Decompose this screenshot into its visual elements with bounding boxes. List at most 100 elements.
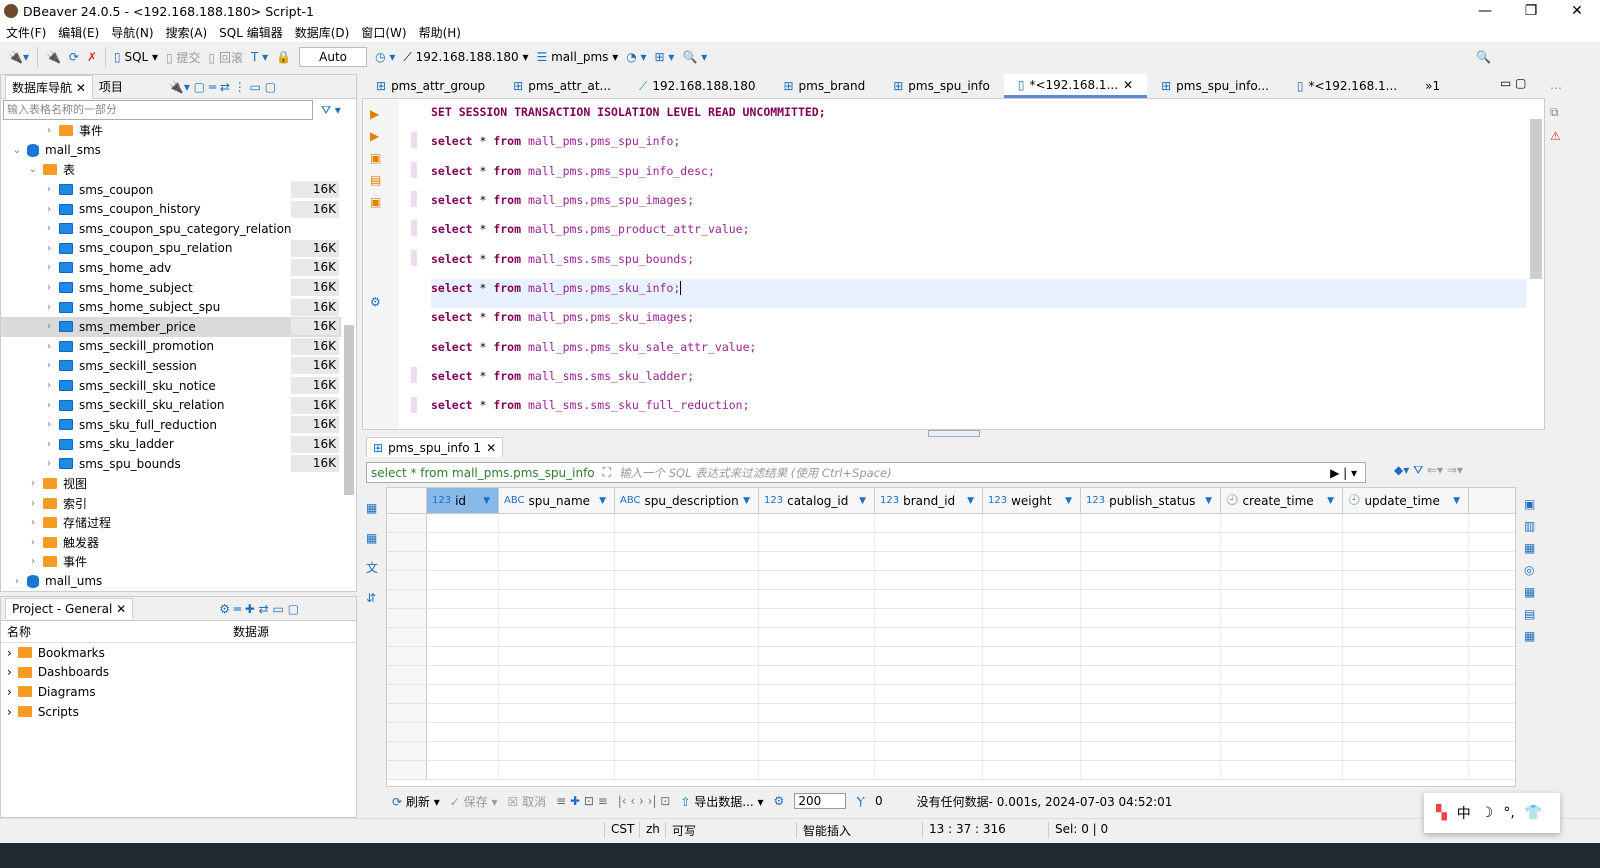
row-edit-icons[interactable]: ≡ ✚ ⊡ ≡ [556, 794, 608, 808]
editor-tab[interactable]: ⊞ pms_spu_info... [1147, 74, 1283, 98]
code-line[interactable]: select * from mall_pms.pms_sku_info; [431, 279, 1526, 309]
connection-selector[interactable]: ⟋ 192.168.188.180 ▾ [403, 50, 528, 65]
tree-item[interactable]: › sms_home_adv 16K [1, 258, 341, 278]
rollback-button[interactable]: ▯ 回滚 [209, 49, 243, 66]
tree-item[interactable]: ⌄ 表 [1, 160, 341, 180]
fetch-size-input[interactable]: 200 [794, 793, 847, 809]
menu-item[interactable]: 窗口(W) [361, 24, 406, 41]
project-item[interactable]: › Bookmarks [1, 643, 356, 663]
editor-tab[interactable]: ⟋ 192.168.188.180 [625, 74, 769, 98]
commit-mode-combo[interactable]: Auto [299, 47, 368, 67]
tree-item[interactable]: › sms_seckill_sku_relation 16K [1, 395, 341, 415]
column-header[interactable]: 123 weight ▼ [983, 488, 1081, 513]
transaction-mode-icon[interactable]: T ▾ [251, 50, 268, 64]
expand-chevron-icon[interactable]: ⌄ [27, 164, 39, 175]
tree-item[interactable]: › sms_coupon_history 16K [1, 199, 341, 219]
expand-chevron-icon[interactable]: › [7, 705, 12, 719]
menu-item[interactable]: 导航(N) [111, 24, 153, 41]
expand-chevron-icon[interactable]: › [43, 439, 55, 450]
column-header[interactable]: 123 publish_status ▼ [1081, 488, 1221, 513]
code-line[interactable]: SET SESSION TRANSACTION ISOLATION LEVEL … [431, 103, 1526, 132]
expand-chevron-icon[interactable]: › [43, 380, 55, 391]
code-line[interactable]: select * from mall_sms.sms_sku_full_redu… [431, 396, 1526, 425]
expand-chevron-icon[interactable]: › [7, 646, 12, 660]
expand-chevron-icon[interactable]: ⌄ [11, 145, 23, 156]
column-header[interactable]: 123 brand_id ▼ [875, 488, 983, 513]
sort-dropdown-icon[interactable]: ▼ [859, 496, 866, 506]
filter-icon[interactable]: ⛛ ▾ [321, 103, 341, 118]
tree-item[interactable]: ⌄ mall_sms [1, 141, 341, 161]
search-icon[interactable]: 🔍 ▾ [682, 50, 707, 64]
filter-input[interactable]: 输入一个 SQL 表达式来过滤结果 (使用 Ctrl+Space) [619, 465, 892, 481]
sort-dropdown-icon[interactable]: ▼ [1327, 496, 1334, 506]
expand-chevron-icon[interactable]: › [43, 262, 55, 273]
code-line[interactable]: select * from mall_pms.pms_sku_sale_attr… [431, 338, 1526, 367]
editor-tab[interactable]: ⊞ pms_attr_at... [499, 74, 625, 98]
code-line[interactable]: select * from mall_pms.pms_spu_info_desc… [431, 162, 1526, 191]
history-icon[interactable]: ◷ ▾ [375, 50, 395, 64]
tree-item[interactable]: › 存储过程 [1, 513, 341, 533]
sort-dropdown-icon[interactable]: ▼ [1205, 496, 1212, 506]
tree-item[interactable]: › sms_member_price 16K [1, 316, 341, 337]
tree-item[interactable]: › sms_sku_full_reduction 16K [1, 415, 341, 435]
menu-item[interactable]: SQL 编辑器 [219, 24, 283, 41]
invalidate-icon[interactable]: ✗ [87, 50, 97, 64]
moon-icon[interactable]: ☽ [1481, 805, 1494, 821]
expand-chevron-icon[interactable]: › [27, 498, 39, 509]
tree-item[interactable]: › sms_coupon_spu_relation 16K [1, 239, 341, 259]
code-line[interactable]: select * from mall_sms.sms_spu_bounds; [431, 250, 1526, 279]
fetch-all-icon[interactable]: Ⲩ [856, 794, 865, 809]
sort-dropdown-icon[interactable]: ▼ [483, 496, 490, 506]
sort-dropdown-icon[interactable]: ▼ [743, 496, 750, 506]
tree-item[interactable]: › sms_coupon 16K [1, 180, 341, 200]
expand-chevron-icon[interactable]: › [43, 204, 55, 215]
tree-item[interactable]: › sms_home_subject 16K [1, 278, 341, 298]
dashboard-icon[interactable]: ◔ ▾ [626, 50, 646, 64]
expand-chevron-icon[interactable]: › [43, 419, 55, 430]
tree-item[interactable]: › 事件 [1, 121, 341, 141]
expand-chevron-icon[interactable]: › [43, 400, 55, 411]
navigator-toolbar-icons[interactable]: 🔌▾ ▢ ═ ⇄ ⋮ ▭ ▢ [169, 80, 276, 94]
commit-button[interactable]: ▯ 提交 [166, 49, 200, 66]
tree-item[interactable]: › mall_ums [1, 572, 341, 591]
settings-icon[interactable]: ⚙ [774, 794, 785, 808]
tab-projects[interactable]: 项目 [99, 78, 123, 95]
editor-tab[interactable]: ⊞ pms_attr_group [362, 74, 499, 98]
tree-item[interactable]: › sms_seckill_sku_notice 16K [1, 376, 341, 396]
editor-panel-controls[interactable]: ▭ ▢ [1500, 76, 1527, 90]
column-header[interactable]: ABC spu_description ▼ [615, 488, 759, 513]
tree-item[interactable]: › sms_coupon_spu_category_relation [1, 219, 341, 239]
code-line[interactable]: select * from mall_sms.sms_sku_ladder; [431, 367, 1526, 396]
expand-chevron-icon[interactable]: › [43, 341, 55, 352]
new-connection-icon[interactable]: 🔌▾ [8, 50, 29, 64]
expand-chevron-icon[interactable]: › [43, 458, 55, 469]
cancel-button[interactable]: ☒ 取消 [507, 793, 546, 810]
menu-item[interactable]: 搜索(A) [166, 24, 208, 41]
tree-item[interactable]: › sms_sku_ladder 16K [1, 435, 341, 455]
expand-chevron-icon[interactable]: › [27, 537, 39, 548]
tree-item[interactable]: › sms_home_subject_spu 16K [1, 297, 341, 317]
column-header[interactable]: 123 catalog_id ▼ [759, 488, 875, 513]
sql-editor[interactable]: ▶ ▶ ▣ ▤ ▣ ⚙ SET SESSION TRANSACTION ISOLATIO… [362, 98, 1545, 430]
export-button[interactable]: ⇧ 导出数据... ▾ [680, 793, 763, 810]
expand-chevron-icon[interactable]: › [43, 321, 55, 332]
expand-chevron-icon[interactable]: › [27, 556, 39, 567]
editor-tab[interactable]: ▯ *<192.168.1... ✕ [1003, 74, 1148, 98]
expand-chevron-icon[interactable]: › [43, 282, 55, 293]
expand-chevron-icon[interactable]: › [11, 576, 23, 587]
execute-icons[interactable]: ▶ ▶ ▣ ▤ ▣ [363, 99, 399, 213]
reconnect-icon[interactable]: ⟳ [69, 50, 79, 64]
panel-splitter[interactable] [928, 430, 980, 437]
expand-chevron-icon[interactable]: › [7, 685, 12, 699]
expand-chevron-icon[interactable]: › [43, 223, 55, 234]
expand-chevron-icon[interactable]: › [7, 665, 12, 679]
filter-tools-icons[interactable]: ◆▾ ⛛ ⇐▾ ⇒▾ [1394, 463, 1463, 478]
results-filter-bar[interactable]: select * from mall_pms.pms_spu_info ⛶ 输入… [366, 462, 1366, 483]
tree-item[interactable]: › sms_spu_bounds 16K [1, 454, 341, 474]
menu-item[interactable]: 帮助(H) [419, 24, 461, 41]
expand-chevron-icon[interactable]: › [43, 184, 55, 195]
refresh-button[interactable]: ⟳ 刷新 ▾ [392, 793, 440, 810]
lock-icon[interactable]: 🔒 [276, 50, 291, 64]
editor-scrollbar[interactable] [1530, 119, 1542, 279]
project-item[interactable]: › Dashboards [1, 663, 356, 683]
